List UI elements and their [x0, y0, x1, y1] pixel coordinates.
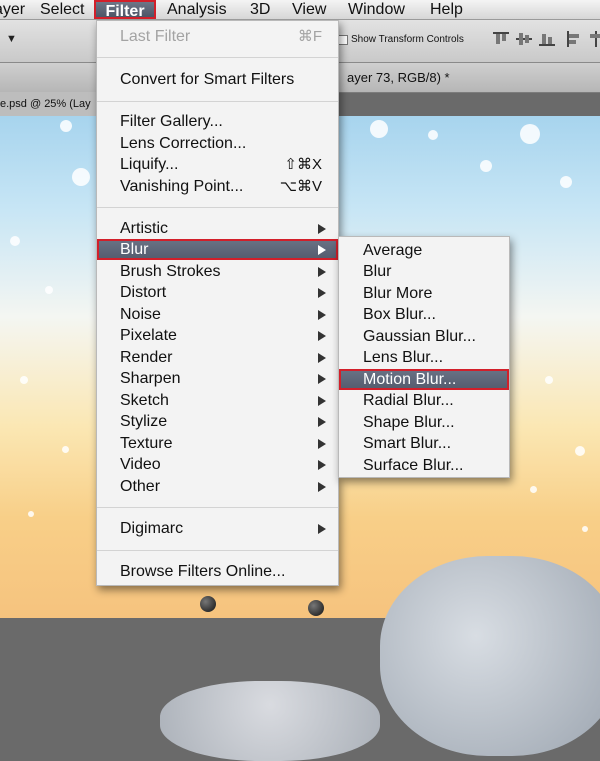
submenu-arrow-icon	[318, 353, 326, 363]
menu-item-last-filter: Last Filter ⌘F	[120, 28, 322, 45]
shortcut: ⌘F	[297, 28, 322, 45]
submenu-arrow-icon	[318, 310, 326, 320]
furry-creature-head	[160, 681, 380, 761]
menu-item-artistic[interactable]: Artistic	[97, 218, 338, 239]
snowflake	[520, 124, 540, 144]
submenu-arrow-icon	[318, 460, 326, 470]
blur-submenu: Average Blur Blur More Box Blur... Gauss…	[338, 236, 510, 478]
snowflake	[560, 176, 572, 188]
menu-item-pixelate[interactable]: Pixelate	[97, 325, 338, 346]
snowflake	[582, 526, 588, 532]
submenu-arrow-icon	[318, 374, 326, 384]
submenu-arrow-icon	[318, 267, 326, 277]
menu-analysis[interactable]: Analysis	[167, 0, 227, 19]
align-left-edges-icon[interactable]	[566, 31, 582, 47]
creature-eye	[200, 596, 216, 612]
menu-item-liquify[interactable]: Liquify... ⇧⌘X	[97, 154, 338, 175]
submenu-item-shape-blur[interactable]: Shape Blur...	[339, 412, 509, 433]
align-horizontal-centers-icon[interactable]	[588, 31, 600, 47]
submenu-item-average[interactable]: Average	[339, 240, 509, 261]
submenu-arrow-icon	[318, 396, 326, 406]
menu-separator	[97, 207, 338, 208]
submenu-arrow-icon	[318, 439, 326, 449]
menu-item-sketch[interactable]: Sketch	[97, 390, 338, 411]
menu-item-noise[interactable]: Noise	[97, 304, 338, 325]
submenu-arrow-icon	[318, 524, 326, 534]
align-top-edges-icon[interactable]	[493, 31, 509, 47]
menu-item-video[interactable]: Video	[97, 454, 338, 475]
menu-separator	[97, 550, 338, 551]
submenu-arrow-icon	[318, 245, 326, 255]
shortcut: ⌥⌘V	[279, 178, 322, 195]
tool-preset-dropdown-icon[interactable]: ▼	[6, 33, 17, 45]
align-vertical-centers-icon[interactable]	[516, 31, 532, 47]
submenu-item-blur[interactable]: Blur	[339, 261, 509, 282]
menu-item-sharpen[interactable]: Sharpen	[97, 368, 338, 389]
menu-separator	[97, 101, 338, 102]
submenu-item-blur-more[interactable]: Blur More	[339, 283, 509, 304]
menu-item-stylize[interactable]: Stylize	[97, 411, 338, 432]
menu-item-other[interactable]: Other	[97, 476, 338, 497]
submenu-item-lens-blur[interactable]: Lens Blur...	[339, 347, 509, 368]
menu-view[interactable]: View	[292, 0, 326, 19]
shortcut: ⇧⌘X	[284, 156, 322, 173]
menu-item-lens-correction[interactable]: Lens Correction...	[97, 133, 338, 154]
menu-item-digimarc[interactable]: Digimarc	[97, 518, 338, 539]
menu-window[interactable]: Window	[348, 0, 405, 19]
document-window-title: e.psd @ 25% (Lay	[0, 92, 96, 116]
submenu-arrow-icon	[318, 417, 326, 427]
snowflake	[62, 446, 69, 453]
menu-item-brush-strokes[interactable]: Brush Strokes	[97, 261, 338, 282]
menu-3d[interactable]: 3D	[250, 0, 270, 19]
menu-item-convert-for-smart-filters[interactable]: Convert for Smart Filters	[97, 69, 338, 90]
snowflake	[20, 376, 28, 384]
submenu-item-gaussian-blur[interactable]: Gaussian Blur...	[339, 326, 509, 347]
menu-item-browse-filters-online[interactable]: Browse Filters Online...	[97, 561, 338, 582]
submenu-item-motion-blur[interactable]: Motion Blur...	[339, 369, 509, 390]
snowflake	[60, 120, 72, 132]
snowflake	[575, 446, 585, 456]
submenu-item-smart-blur[interactable]: Smart Blur...	[339, 433, 509, 454]
menu-item-render[interactable]: Render	[97, 347, 338, 368]
menu-item-filter-gallery[interactable]: Filter Gallery...	[97, 111, 338, 132]
submenu-arrow-icon	[318, 224, 326, 234]
menu-item-blur[interactable]: Blur	[97, 239, 338, 260]
menu-item-distort[interactable]: Distort	[97, 282, 338, 303]
snowflake	[480, 160, 492, 172]
menu-separator	[97, 57, 338, 58]
align-bottom-edges-icon[interactable]	[539, 31, 555, 47]
snowflake	[10, 236, 20, 246]
snowflake	[545, 376, 553, 384]
menu-layer[interactable]: ayer	[0, 0, 25, 19]
snowflake	[72, 168, 90, 186]
filter-menu: Last Filter ⌘F Convert for Smart Filters…	[96, 20, 339, 586]
snowflake	[370, 120, 388, 138]
menu-separator	[97, 507, 338, 508]
menu-filter[interactable]: Filter	[94, 0, 156, 20]
submenu-arrow-icon	[318, 482, 326, 492]
menu-bar: ayer Select Filter Analysis 3D View Wind…	[0, 0, 600, 20]
document-tab-title[interactable]: ayer 73, RGB/8) *	[347, 70, 450, 85]
snowflake	[428, 130, 438, 140]
submenu-item-box-blur[interactable]: Box Blur...	[339, 304, 509, 325]
submenu-item-radial-blur[interactable]: Radial Blur...	[339, 390, 509, 411]
menu-select[interactable]: Select	[40, 0, 84, 19]
submenu-arrow-icon	[318, 331, 326, 341]
menu-help[interactable]: Help	[430, 0, 463, 19]
show-transform-controls-checkbox[interactable]	[338, 35, 348, 45]
snowflake	[45, 286, 53, 294]
furry-creature-body	[380, 556, 600, 756]
snowflake	[28, 511, 34, 517]
snowflake	[530, 486, 537, 493]
submenu-arrow-icon	[318, 288, 326, 298]
menu-item-vanishing-point[interactable]: Vanishing Point... ⌥⌘V	[97, 176, 338, 197]
show-transform-controls-label: Show Transform Controls	[351, 34, 464, 45]
submenu-item-surface-blur[interactable]: Surface Blur...	[339, 455, 509, 476]
menu-item-texture[interactable]: Texture	[97, 433, 338, 454]
creature-eye	[308, 600, 324, 616]
